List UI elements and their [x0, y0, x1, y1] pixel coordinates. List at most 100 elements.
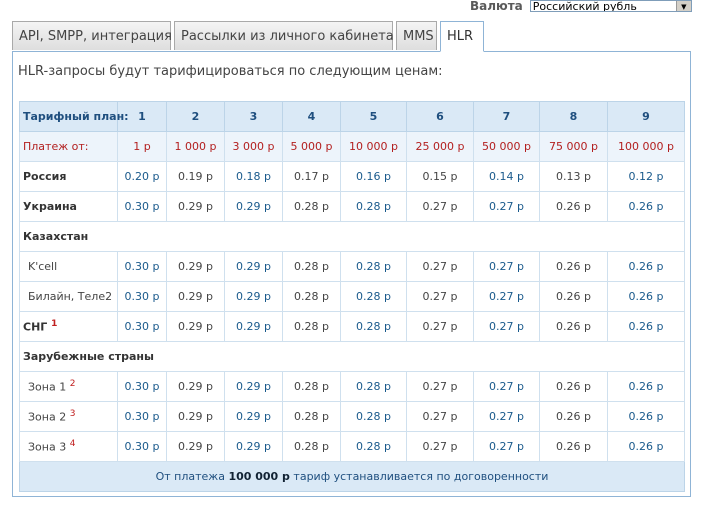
payment-threshold: 10 000 р [340, 131, 407, 162]
price-cell: 0.28 р [340, 401, 407, 432]
currency-select[interactable]: Российский рубль ▼ [529, 0, 692, 12]
price-cell: 0.26 р [607, 191, 685, 222]
currency-selected-value: Российский рубль [532, 0, 637, 12]
price-cell: 0.27 р [473, 401, 540, 432]
price-cell: 0.27 р [473, 251, 540, 282]
hlr-panel: HLR-запросы будут тарифицироваться по сл… [12, 51, 691, 497]
price-cell: 0.28 р [282, 431, 341, 462]
price-cell: 0.13 р [539, 161, 608, 192]
price-cell: 0.26 р [539, 281, 608, 312]
price-cell: 0.29 р [224, 251, 283, 282]
row-label-text: СНГ [23, 320, 48, 334]
price-cell: 0.26 р [539, 371, 608, 402]
price-cell: 0.29 р [166, 191, 225, 222]
price-cell: 0.26 р [539, 401, 608, 432]
price-cell: 0.14 р [473, 161, 540, 192]
price-cell: 0.30 р [117, 311, 167, 342]
price-cell: 0.26 р [607, 311, 685, 342]
plan-number: 8 [539, 101, 608, 132]
tab-mms[interactable]: MMS [396, 21, 437, 50]
table-row: Билайн, Теле2 0.30 р 0.29 р 0.29 р 0.28 … [19, 281, 685, 312]
price-cell: 0.27 р [406, 401, 474, 432]
row-label-text: Зона 3 [28, 440, 67, 454]
price-cell: 0.26 р [539, 251, 608, 282]
price-cell: 0.30 р [117, 401, 167, 432]
currency-label: Валюта [470, 0, 523, 13]
price-cell: 0.15 р [406, 161, 474, 192]
price-cell: 0.28 р [282, 311, 341, 342]
tab-cabinet-mailings[interactable]: Рассылки из личного кабинета [174, 21, 394, 50]
price-cell: 0.26 р [607, 431, 685, 462]
table-row: K'cell 0.30 р 0.29 р 0.29 р 0.28 р 0.28 … [19, 251, 685, 282]
price-cell: 0.27 р [406, 311, 474, 342]
table-row: Зона 3 4 0.30 р 0.29 р 0.29 р 0.28 р 0.2… [19, 431, 685, 462]
price-cell: 0.29 р [166, 311, 225, 342]
plan-header-row: Тарифный план: 1 2 3 4 5 6 7 8 9 [19, 101, 685, 132]
footer-text-after: тариф устанавливается по договоренности [289, 470, 549, 483]
tariff-table: Тарифный план: 1 2 3 4 5 6 7 8 9 Платеж … [19, 101, 685, 492]
footnote-marker[interactable]: 2 [70, 379, 76, 389]
price-cell: 0.29 р [224, 281, 283, 312]
price-cell: 0.26 р [607, 281, 685, 312]
payment-threshold: 50 000 р [473, 131, 540, 162]
footer-note: От платежа 100 000 р тариф устанавливает… [19, 461, 685, 492]
price-cell: 0.27 р [473, 191, 540, 222]
plan-number: 7 [473, 101, 540, 132]
price-cell: 0.18 р [224, 161, 283, 192]
plan-number: 6 [406, 101, 474, 132]
price-cell: 0.26 р [607, 401, 685, 432]
price-cell: 0.16 р [340, 161, 407, 192]
plan-number: 2 [166, 101, 225, 132]
price-cell: 0.29 р [224, 371, 283, 402]
price-cell: 0.26 р [539, 311, 608, 342]
footnote-marker[interactable]: 4 [70, 439, 76, 449]
price-cell: 0.30 р [117, 191, 167, 222]
footnote-marker[interactable]: 3 [70, 409, 76, 419]
price-cell: 0.28 р [340, 431, 407, 462]
price-cell: 0.20 р [117, 161, 167, 192]
price-cell: 0.27 р [406, 191, 474, 222]
price-cell: 0.28 р [282, 371, 341, 402]
row-label: Зона 2 3 [19, 401, 118, 432]
price-cell: 0.27 р [406, 431, 474, 462]
row-label: Билайн, Теле2 [19, 281, 118, 312]
row-label: Зона 1 2 [19, 371, 118, 402]
table-row: Зона 2 3 0.30 р 0.29 р 0.29 р 0.28 р 0.2… [19, 401, 685, 432]
price-cell: 0.26 р [539, 191, 608, 222]
footer-row: От платежа 100 000 р тариф устанавливает… [19, 461, 685, 492]
footnote-marker[interactable]: 1 [51, 319, 57, 329]
plan-number: 3 [224, 101, 283, 132]
payment-threshold: 25 000 р [406, 131, 474, 162]
price-cell: 0.26 р [607, 371, 685, 402]
price-cell: 0.29 р [166, 431, 225, 462]
plan-number: 9 [607, 101, 685, 132]
footer-text-before: От платежа [155, 470, 229, 483]
price-cell: 0.27 р [473, 431, 540, 462]
plan-label: Тарифный план: [19, 101, 129, 132]
row-label: K'cell [19, 251, 118, 282]
price-cell: 0.29 р [166, 371, 225, 402]
payment-threshold: 3 000 р [224, 131, 283, 162]
price-cell: 0.17 р [282, 161, 341, 192]
price-cell: 0.26 р [607, 251, 685, 282]
payment-threshold: 1 000 р [166, 131, 225, 162]
footer-amount: 100 000 р [228, 470, 290, 483]
price-cell: 0.29 р [224, 191, 283, 222]
price-cell: 0.29 р [166, 251, 225, 282]
tab-hlr[interactable]: HLR [440, 21, 484, 52]
price-cell: 0.27 р [473, 311, 540, 342]
plan-number: 4 [282, 101, 341, 132]
price-cell: 0.12 р [607, 161, 685, 192]
row-label: Украина [19, 191, 118, 222]
row-label-text: Зона 2 [28, 410, 67, 424]
payment-threshold: 100 000 р [607, 131, 685, 162]
chevron-down-icon[interactable]: ▼ [675, 1, 691, 11]
price-cell: 0.27 р [473, 371, 540, 402]
price-cell: 0.28 р [340, 371, 407, 402]
tab-api[interactable]: API, SMPP, интеграция [12, 21, 172, 50]
table-row: СНГ 1 0.30 р 0.29 р 0.29 р 0.28 р 0.28 р… [19, 311, 685, 342]
payment-threshold: 5 000 р [282, 131, 341, 162]
price-cell: 0.27 р [406, 251, 474, 282]
section-heading: Казахстан [19, 221, 685, 252]
payment-row: Платеж от: 1 р 1 000 р 3 000 р 5 000 р 1… [19, 131, 685, 162]
